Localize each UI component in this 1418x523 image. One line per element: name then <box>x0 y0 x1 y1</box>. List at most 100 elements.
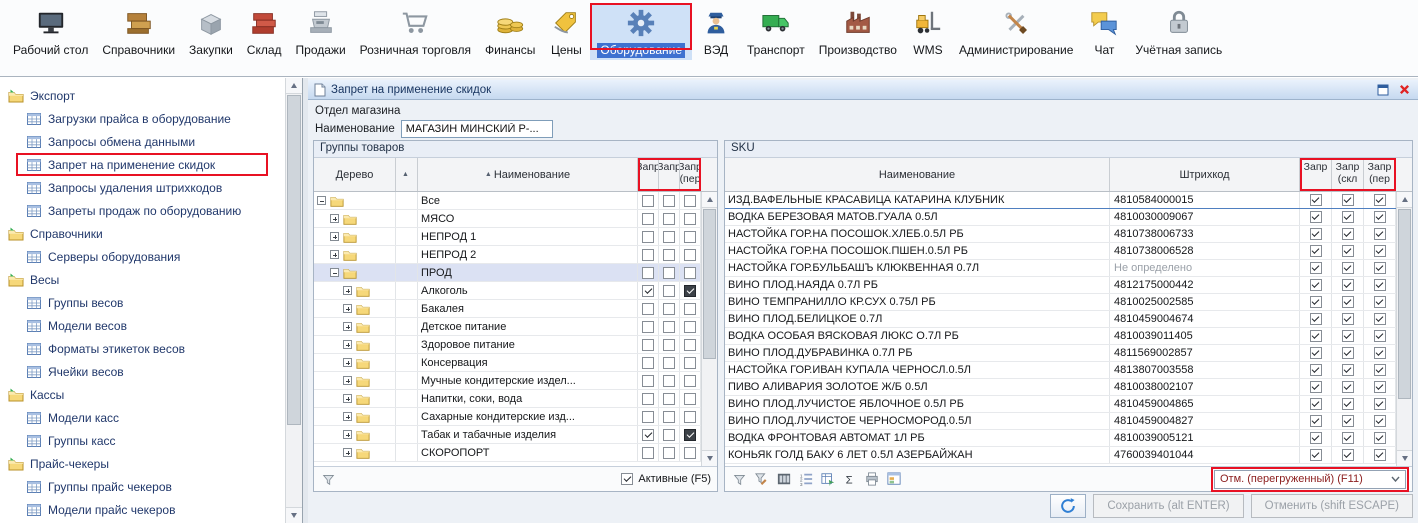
checkbox[interactable] <box>642 285 654 297</box>
totals-icon[interactable]: Σ <box>841 471 858 488</box>
sidebar-item-price-uploads[interactable]: Загрузки прайса в оборудование <box>0 107 285 130</box>
checkbox[interactable] <box>663 303 675 315</box>
checkbox[interactable] <box>1342 313 1354 325</box>
checkbox[interactable] <box>1310 415 1322 427</box>
toolbar-item-directories[interactable]: Справочники <box>95 3 182 60</box>
checkbox[interactable] <box>1310 313 1322 325</box>
checkbox[interactable] <box>1374 347 1386 359</box>
checkbox[interactable] <box>642 249 654 261</box>
table-row[interactable]: НЕПРОД 1 <box>314 228 701 246</box>
expander-plus-icon[interactable] <box>343 322 352 331</box>
expander-plus-icon[interactable] <box>343 376 352 385</box>
checkbox[interactable] <box>1342 347 1354 359</box>
checkbox[interactable] <box>684 357 696 369</box>
sidebar-item-scale-cells[interactable]: Ячейки весов <box>0 360 285 383</box>
table-row[interactable]: ВИНО ПЛОД.ЛУЧИСТОЕ ЧЕРНОСМОРОД.0.5Л48104… <box>725 413 1396 430</box>
scroll-thumb[interactable] <box>1398 209 1411 399</box>
checkbox[interactable] <box>1374 228 1386 240</box>
table-row[interactable]: Сахарные кондитерские изд... <box>314 408 701 426</box>
column-header-name[interactable]: Наименование <box>725 158 1110 191</box>
sidebar-item-equipment-servers[interactable]: Серверы оборудования <box>0 245 285 268</box>
checkbox[interactable] <box>1374 245 1386 257</box>
refresh-button[interactable] <box>1050 494 1086 518</box>
toolbar-item-account[interactable]: Учётная запись <box>1128 3 1229 60</box>
layout-settings-icon[interactable] <box>885 471 902 488</box>
checkbox[interactable] <box>1342 381 1354 393</box>
column-header-flag[interactable]: Запр <box>659 158 680 191</box>
table-row[interactable]: СКОРОПОРТ <box>314 444 701 462</box>
checkbox[interactable] <box>684 375 696 387</box>
checkbox[interactable] <box>663 285 675 297</box>
checkbox[interactable] <box>1310 211 1322 223</box>
checkbox[interactable] <box>642 267 654 279</box>
checkbox[interactable] <box>1310 432 1322 444</box>
column-header-flag[interactable]: Запр <box>638 158 659 191</box>
checkbox[interactable] <box>1374 330 1386 342</box>
checkbox[interactable] <box>1374 364 1386 376</box>
column-header-name[interactable]: ▲Наименование <box>418 158 638 191</box>
sidebar-item-price-checker-groups[interactable]: Группы прайс чекеров <box>0 475 285 498</box>
checkbox[interactable] <box>663 375 675 387</box>
sidebar-item-scale-models[interactable]: Модели весов <box>0 314 285 337</box>
table-row[interactable]: МЯСО <box>314 210 701 228</box>
toolbar-item-transport[interactable]: Транспорт <box>740 3 812 60</box>
table-row[interactable]: НАСТОЙКА ГОР.НА ПОСОШОК.ХЛЕБ.0.5Л РБ4810… <box>725 226 1396 243</box>
column-header-flag[interactable]: Запр(пер <box>1364 158 1396 191</box>
toolbar-item-equipment[interactable]: Оборудование <box>590 3 692 60</box>
export-grid-icon[interactable] <box>819 471 836 488</box>
table-row[interactable]: ПРОД <box>314 264 701 282</box>
expander-plus-icon[interactable] <box>330 250 339 259</box>
checkbox[interactable] <box>1310 228 1322 240</box>
table-row[interactable]: КОНЬЯК ГОЛД БАКУ 6 ЛЕТ 0.5Л АЗЕРБАЙЖАН47… <box>725 447 1396 464</box>
checkbox[interactable] <box>684 231 696 243</box>
table-row[interactable]: ВИНО ТЕМПРАНИЛЛО КР.СУХ 0.75Л РБ48100250… <box>725 294 1396 311</box>
close-button[interactable] <box>1396 82 1412 97</box>
checkbox[interactable] <box>1310 330 1322 342</box>
checkbox[interactable] <box>684 411 696 423</box>
expander-plus-icon[interactable] <box>343 358 352 367</box>
checkbox[interactable] <box>1342 398 1354 410</box>
checkbox[interactable] <box>642 411 654 423</box>
table-row[interactable]: ВОДКА ФРОНТОВАЯ АВТОМАТ 1Л РБ48100390051… <box>725 430 1396 447</box>
checkbox[interactable] <box>1374 415 1386 427</box>
expander-minus-icon[interactable] <box>317 196 326 205</box>
checkbox[interactable] <box>684 303 696 315</box>
expander-plus-icon[interactable] <box>343 412 352 421</box>
table-row[interactable]: ВИНО ПЛОД.ЛУЧИСТОЕ ЯБЛОЧНОЕ 0.5Л РБ48104… <box>725 396 1396 413</box>
table-row[interactable]: ВОДКА БЕРЕЗОВАЯ МАТОВ.ГУАЛА 0.5Л48100300… <box>725 209 1396 226</box>
checkbox[interactable] <box>1342 279 1354 291</box>
checkbox[interactable] <box>1374 449 1386 461</box>
checkbox[interactable] <box>1310 449 1322 461</box>
scroll-thumb[interactable] <box>703 209 716 359</box>
checkbox[interactable] <box>1310 194 1322 206</box>
checkbox[interactable] <box>1310 398 1322 410</box>
checkbox[interactable] <box>663 195 675 207</box>
funnel-icon[interactable] <box>731 471 748 488</box>
maximize-button[interactable] <box>1375 82 1391 97</box>
checkbox[interactable] <box>684 195 696 207</box>
sidebar-item-exchange-requests[interactable]: Запросы обмена данными <box>0 130 285 153</box>
checkbox[interactable] <box>1374 381 1386 393</box>
sidebar-item-cash-models[interactable]: Модели касс <box>0 406 285 429</box>
checkbox[interactable] <box>1374 432 1386 444</box>
expander-plus-icon[interactable] <box>343 286 352 295</box>
sidebar-item-price-checkers[interactable]: Прайс-чекеры <box>0 452 285 475</box>
column-header-flag[interactable]: Запр(скл <box>1332 158 1364 191</box>
toolbar-item-retail[interactable]: Розничная торговля <box>353 3 478 60</box>
sidebar-item-scales[interactable]: Весы <box>0 268 285 291</box>
checkbox[interactable] <box>1374 313 1386 325</box>
row-numbers-icon[interactable]: 123 <box>797 471 814 488</box>
table-row[interactable]: Табак и табачные изделия <box>314 426 701 444</box>
table-row[interactable]: Здоровое питание <box>314 336 701 354</box>
sidebar-item-cash-groups[interactable]: Группы касс <box>0 429 285 452</box>
sidebar-item-export[interactable]: Экспорт <box>0 84 285 107</box>
expander-plus-icon[interactable] <box>343 430 352 439</box>
table-row[interactable]: Консервация <box>314 354 701 372</box>
checkbox[interactable] <box>1310 347 1322 359</box>
sidebar-item-discount-ban[interactable]: Запрет на применение скидок <box>0 153 285 176</box>
print-icon[interactable] <box>863 471 880 488</box>
checkbox[interactable] <box>1374 279 1386 291</box>
checkbox[interactable] <box>663 339 675 351</box>
checkbox[interactable] <box>684 249 696 261</box>
checkbox[interactable] <box>663 447 675 459</box>
